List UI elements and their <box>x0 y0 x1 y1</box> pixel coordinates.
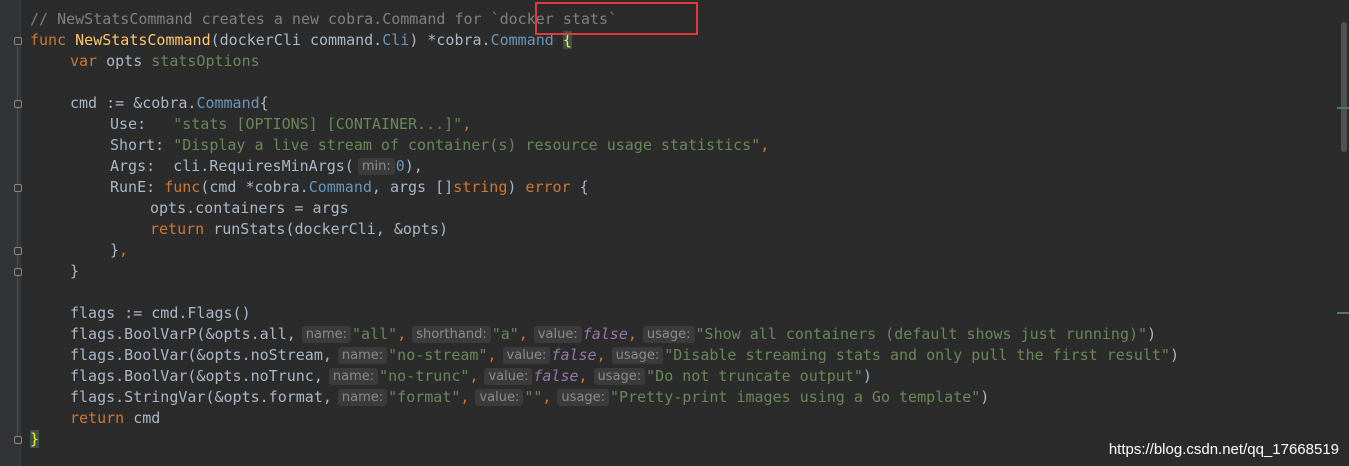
code-line-18: flags.BoolVar(&opts.noTrunc, name: "no-tru… <box>70 367 872 385</box>
code-line-7: Short: "Display a live stream of contain… <box>110 136 770 154</box>
red-highlight-box <box>535 2 698 35</box>
code-line-5: cmd := &cobra.Command{ <box>70 94 269 112</box>
fold-marker-func-end[interactable] <box>14 436 22 444</box>
code-line-16: flags.BoolVarP(&opts.all, name: "all", shor… <box>70 325 1157 343</box>
param-hint: value: <box>484 368 533 385</box>
param-hint: usage: <box>611 347 664 364</box>
watermark-url: https://blog.csdn.net/qq_17668519 <box>1108 441 1339 458</box>
code-line-20: return cmd <box>70 409 161 427</box>
code-line-19: flags.StringVar(&opts.format, name: "forma… <box>70 388 990 406</box>
param-hint: name: <box>328 368 379 385</box>
param-hint: min: <box>357 158 395 175</box>
fold-marker-cmd-end[interactable] <box>14 268 22 276</box>
code-line-3: var opts statsOptions <box>70 52 260 70</box>
fold-marker-func[interactable] <box>14 37 22 45</box>
code-line-12: }, <box>110 241 129 259</box>
code-line-15: flags := cmd.Flags() <box>70 304 251 322</box>
code-line-6: Use: "stats [OPTIONS] [CONTAINER...]", <box>110 115 472 133</box>
vertical-scrollbar[interactable] <box>1335 0 1349 466</box>
param-hint: value: <box>475 389 524 406</box>
param-hint: usage: <box>642 326 695 343</box>
fold-marker-cmd[interactable] <box>14 100 22 108</box>
param-hint: value: <box>502 347 551 364</box>
param-hint: name: <box>337 389 388 406</box>
scrollbar-thumb[interactable] <box>1341 22 1347 152</box>
code-editor[interactable]: // NewStatsCommand creates a new cobra.C… <box>30 9 1329 450</box>
editor-gutter <box>0 0 22 466</box>
code-line-9: RunE: func(cmd *cobra.Command, args []st… <box>110 178 589 196</box>
param-hint: value: <box>533 326 582 343</box>
code-line-14-empty <box>30 282 1329 303</box>
code-line-8: Args: cli.RequiresMinArgs(min: 0), <box>110 157 423 175</box>
fold-marker-rune-end[interactable] <box>14 247 22 255</box>
code-line-11: return runStats(dockerCli, &opts) <box>150 220 449 238</box>
param-hint: usage: <box>593 368 646 385</box>
function-name: NewStatsCommand <box>75 31 211 49</box>
code-line-4-empty <box>30 72 1329 93</box>
param-hint: name: <box>301 326 352 343</box>
fold-marker-rune[interactable] <box>14 184 22 192</box>
param-hint: usage: <box>557 389 610 406</box>
matched-brace-close: } <box>30 430 40 448</box>
param-hint: name: <box>337 347 388 364</box>
code-line-10: opts.containers = args <box>150 199 349 217</box>
code-line-13: } <box>70 262 80 280</box>
code-line-17: flags.BoolVar(&opts.noStream, name: "no-st… <box>70 346 1179 364</box>
change-marker[interactable] <box>1337 312 1349 314</box>
param-hint: shorthand: <box>412 326 491 343</box>
change-marker[interactable] <box>1337 107 1349 109</box>
